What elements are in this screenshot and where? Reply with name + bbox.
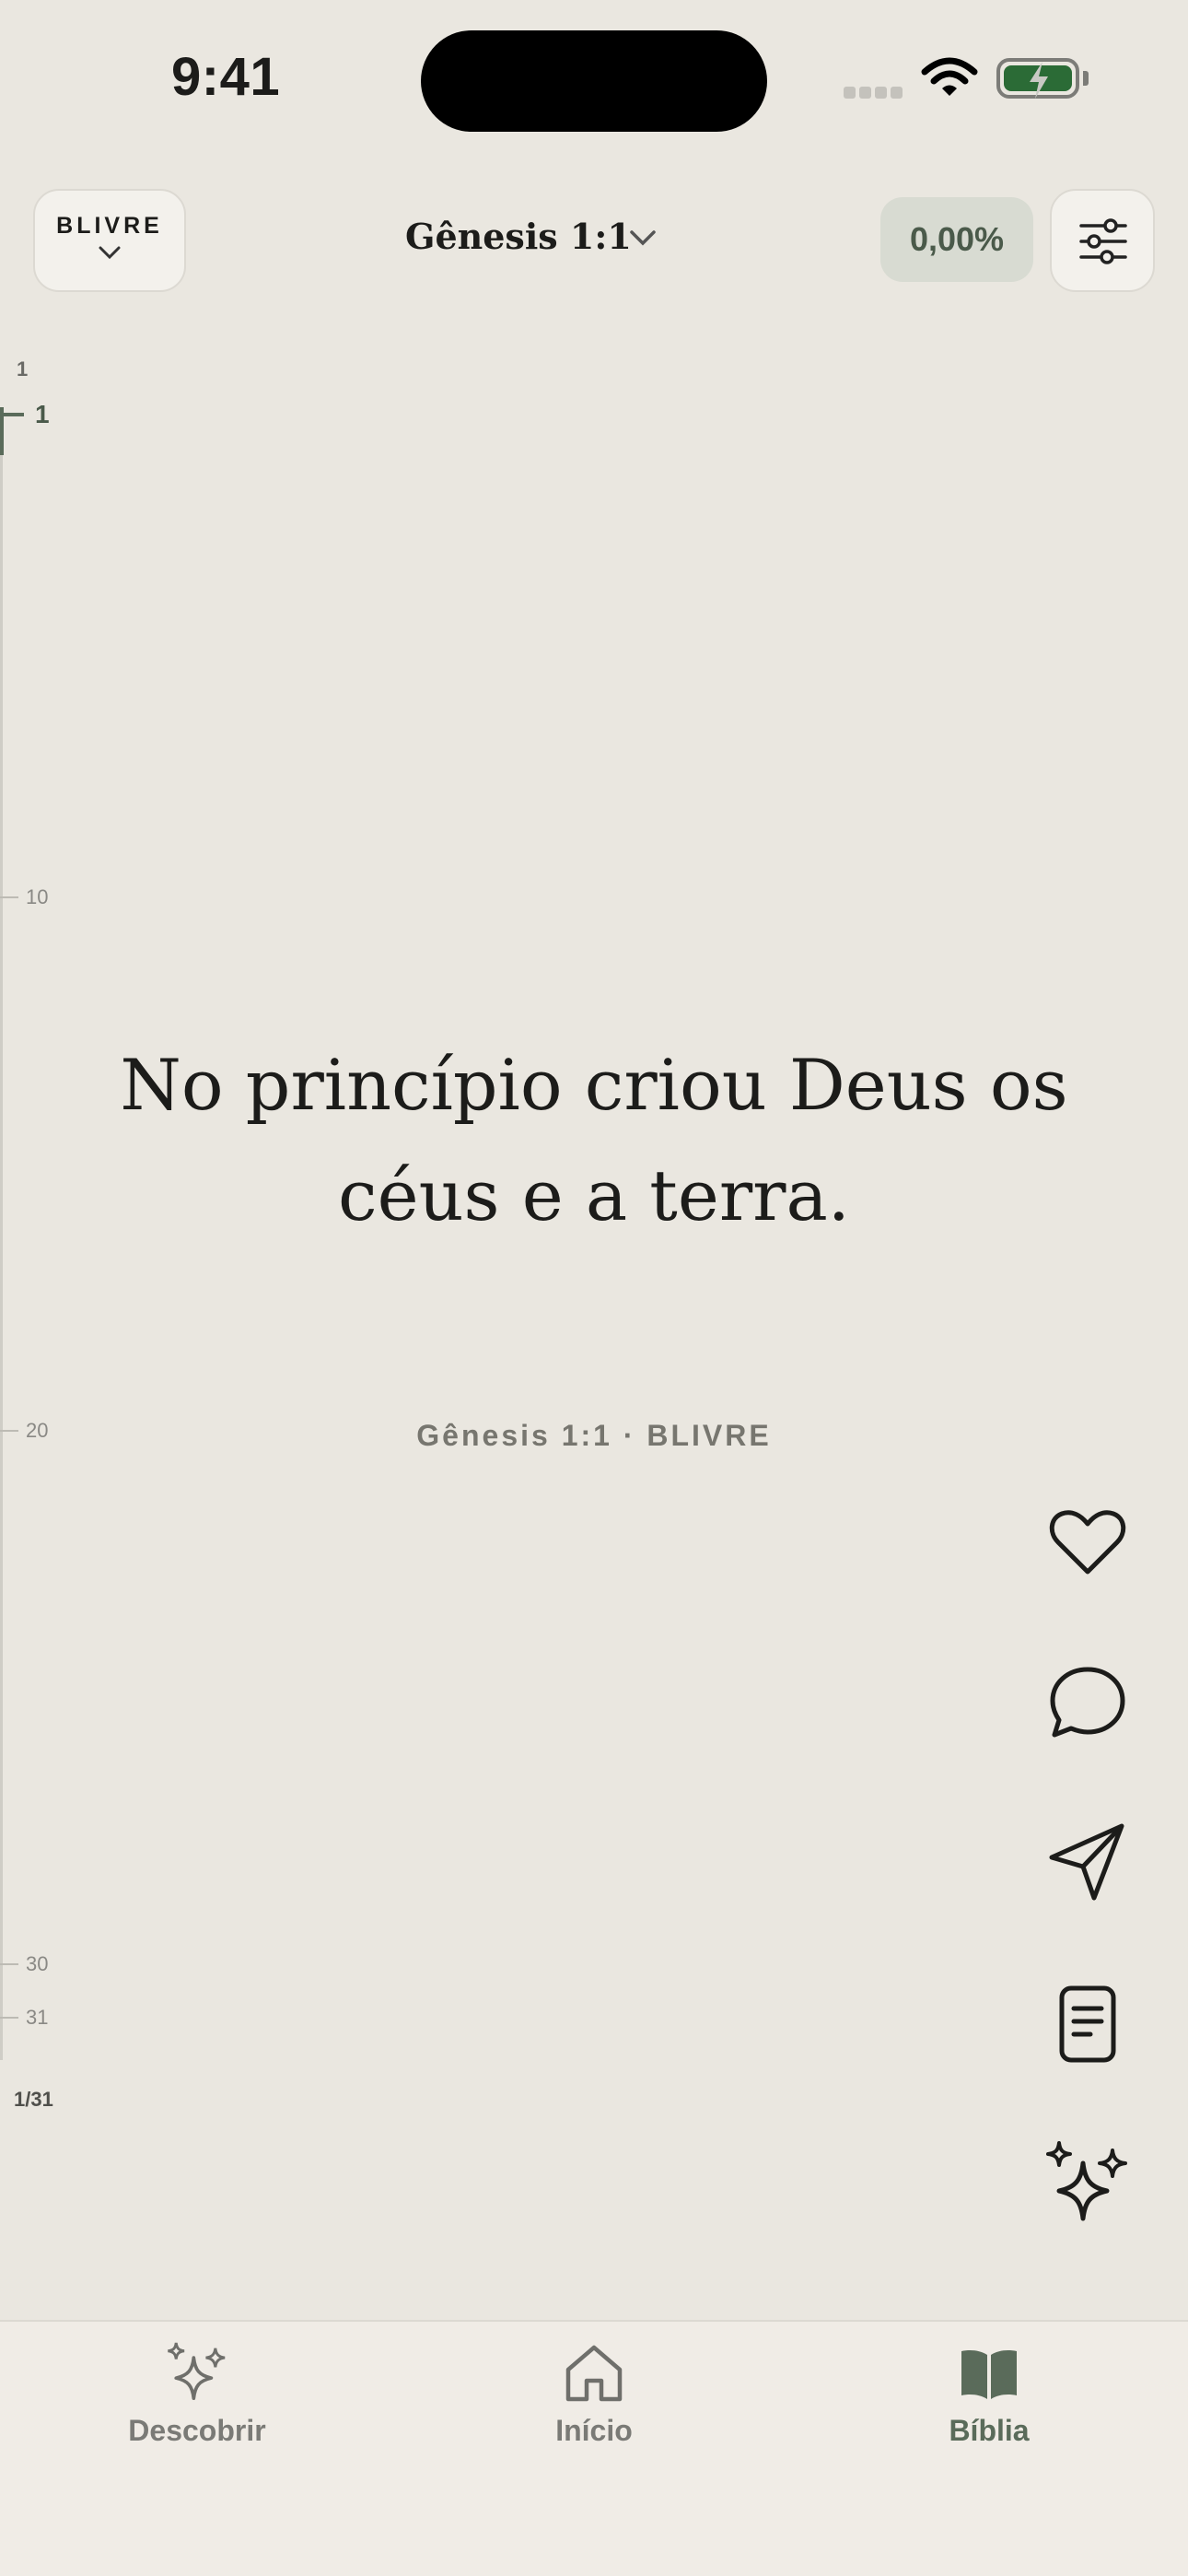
settings-button[interactable] (1050, 189, 1155, 292)
tab-label: Bíblia (949, 2414, 1030, 2447)
notes-icon (1059, 1985, 1116, 2063)
scrubber-tick-label: 30 (26, 1952, 49, 1975)
like-button[interactable] (1042, 1496, 1133, 1587)
comment-button[interactable] (1042, 1658, 1133, 1749)
verse-scrubber[interactable] (0, 407, 3, 2060)
tab-descobrir[interactable]: Descobrir (59, 2340, 335, 2448)
scrubber-tick-label: 20 (26, 1419, 49, 1442)
sliders-icon (1079, 218, 1127, 264)
scrubber-tick (0, 1963, 18, 1965)
bible-version-label: BLIVRE (56, 213, 163, 239)
scrubber-current-tick (0, 413, 24, 416)
ai-insight-button[interactable] (1042, 2139, 1133, 2230)
reference-title[interactable]: Gênesis 1:1 (405, 216, 632, 257)
scrubber-current-label: 1 (35, 400, 50, 428)
battery-icon (996, 58, 1079, 99)
share-icon (1049, 1823, 1124, 1901)
wifi-icon (921, 57, 978, 104)
scrubber-tick-label: 31 (26, 2006, 49, 2029)
chevron-down-icon[interactable] (628, 228, 658, 247)
cellular-signal-icon (844, 87, 906, 103)
home-icon (565, 2345, 623, 2402)
tab-label: Início (555, 2414, 633, 2447)
dynamic-island (421, 30, 767, 132)
verse-page-count: 1/31 (14, 2088, 53, 2111)
tab-label: Descobrir (128, 2414, 266, 2447)
comment-icon (1050, 1667, 1125, 1738)
sparkles-icon (1046, 2141, 1127, 2221)
scrubber-top-label: 1 (17, 357, 29, 381)
chevron-down-icon (99, 246, 121, 260)
tab-biblia[interactable]: Bíblia (851, 2340, 1127, 2448)
sparkles-icon (168, 2342, 226, 2401)
scrubber-tick-label: 10 (26, 885, 49, 908)
scrubber-tick (0, 2017, 18, 2019)
tab-inicio[interactable]: Início (456, 2340, 732, 2448)
bible-version-button[interactable]: BLIVRE (33, 189, 186, 292)
notes-button[interactable] (1042, 1979, 1133, 2069)
battery-cap (1083, 71, 1089, 86)
scrubber-tick (0, 896, 18, 898)
reading-progress-badge: 0,00% (880, 197, 1033, 282)
scrubber-tick (0, 1430, 18, 1432)
heart-icon (1049, 1510, 1126, 1575)
verse-text: No princípio criou Deus os céus e a terr… (120, 1044, 1068, 1236)
verse-reference: Gênesis 1:1 · BLIVRE (416, 1419, 772, 1452)
status-time: 9:41 (171, 47, 281, 107)
book-icon (961, 2350, 1017, 2399)
share-button[interactable] (1042, 1817, 1133, 1907)
